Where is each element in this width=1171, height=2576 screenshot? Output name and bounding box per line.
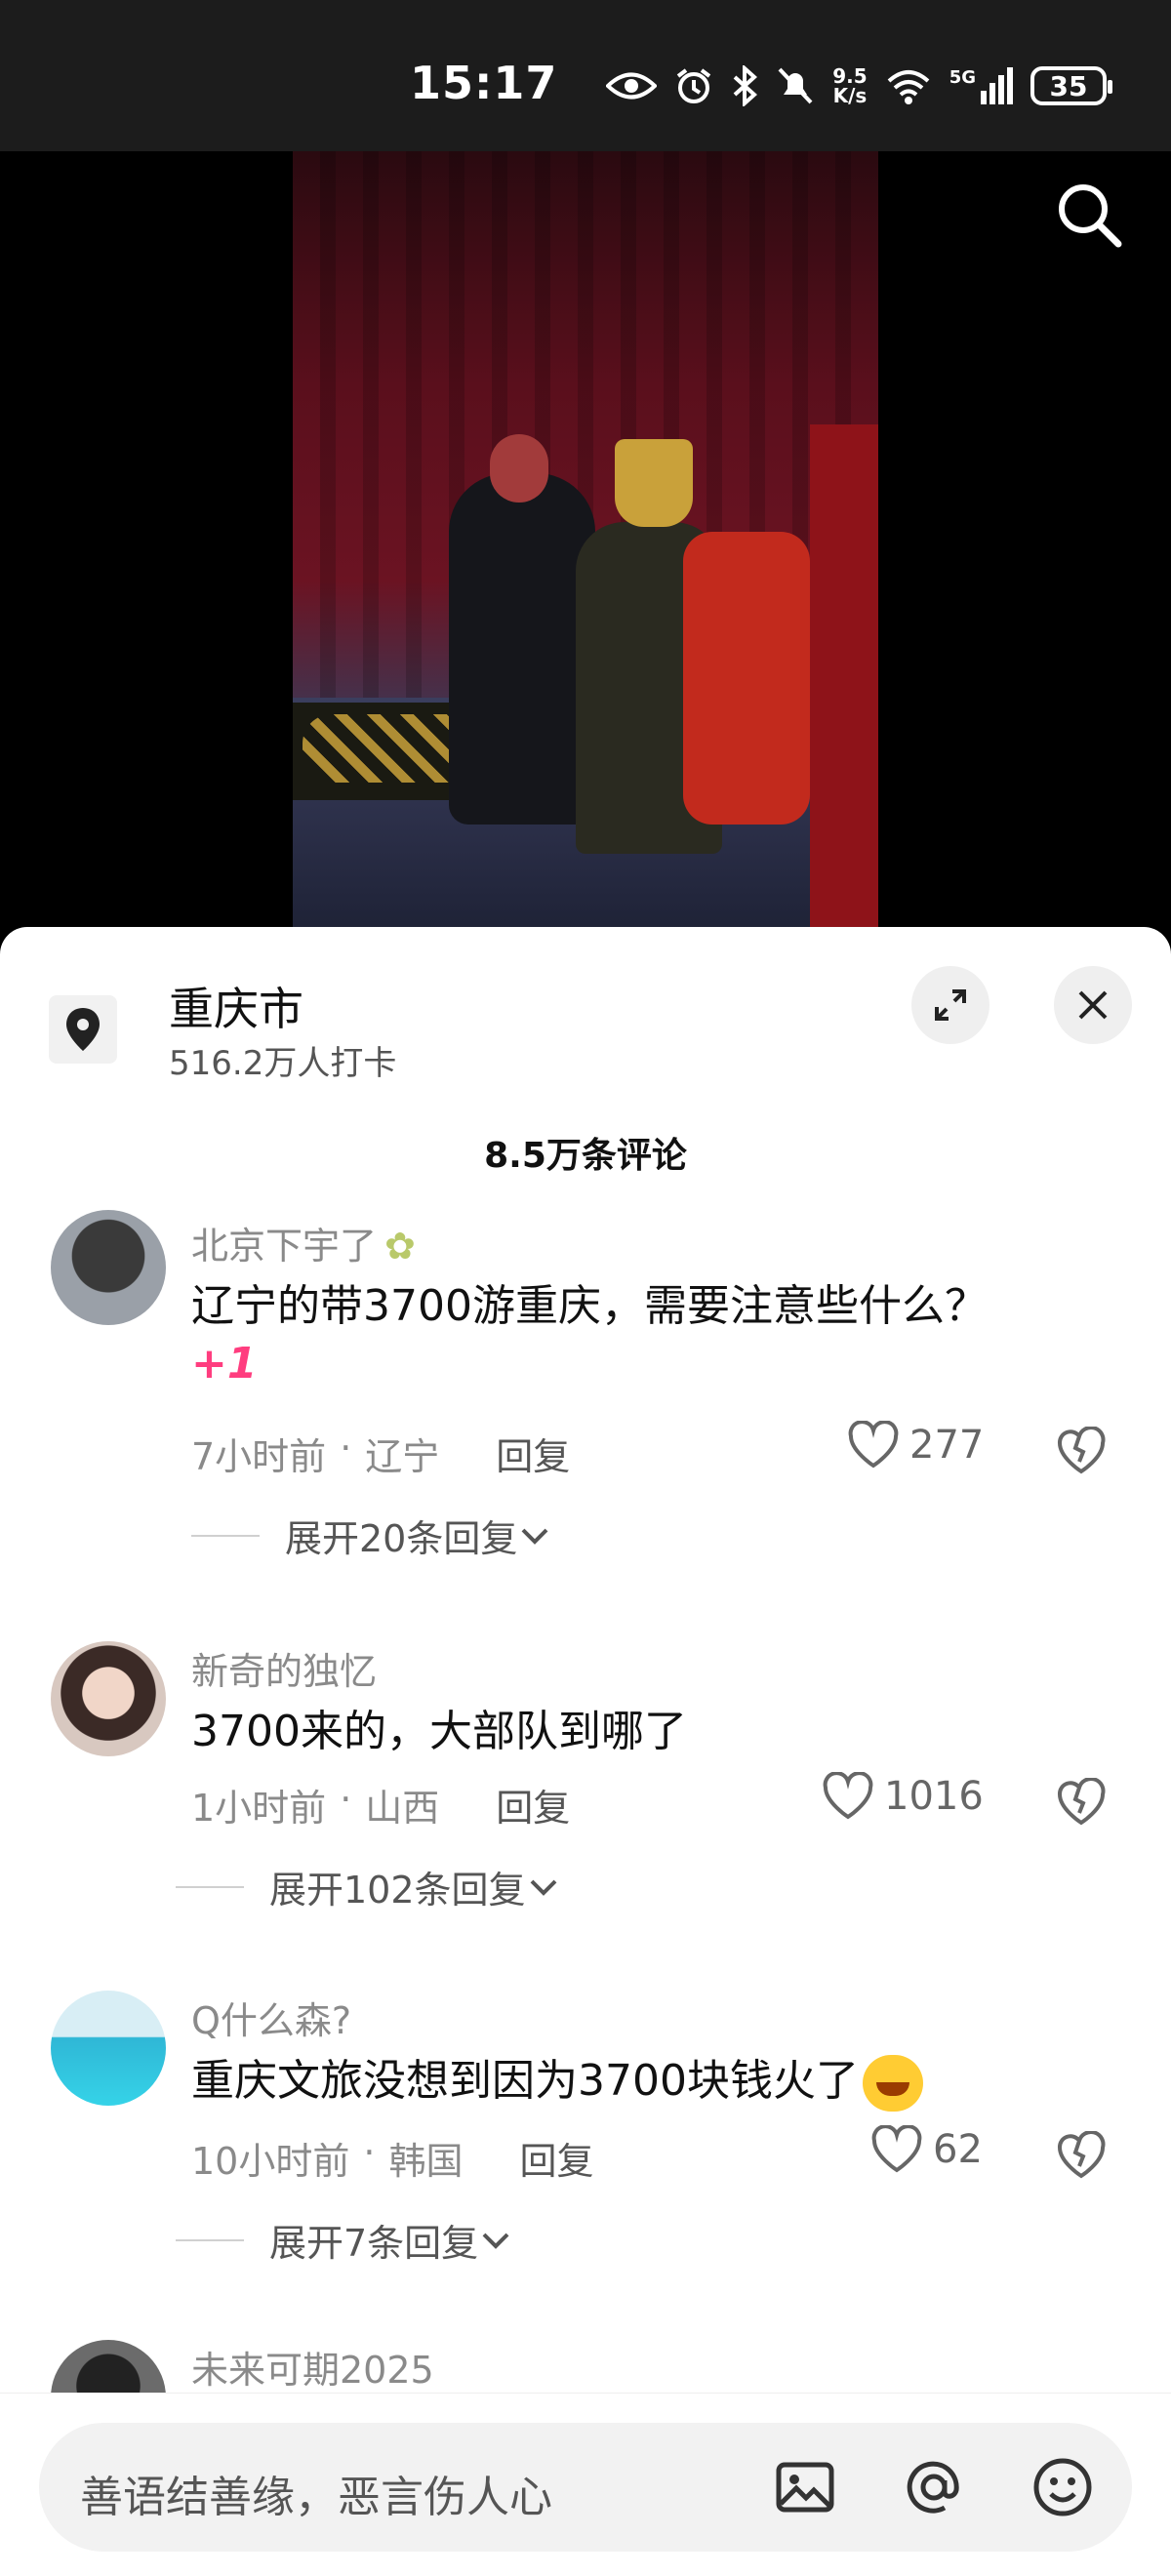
chevron-down-icon	[482, 2233, 509, 2249]
emoji-icon[interactable]	[1030, 2455, 1095, 2519]
broken-heart-icon[interactable]	[1056, 1778, 1107, 1829]
location-checkins: 516.2万人打卡	[169, 1044, 397, 1083]
bluetooth-icon	[733, 65, 758, 106]
avatar[interactable]	[51, 1991, 166, 2106]
expand-replies-button[interactable]: 展开102条回复	[176, 1860, 561, 1913]
comment-text: 重庆文旅没想到因为3700块钱火了	[191, 2045, 923, 2112]
comment-input-bar: 善语结善缘，恶言伤人心	[0, 2393, 1171, 2576]
laughing-emoji-icon	[862, 2055, 923, 2112]
location-pin-icon[interactable]	[49, 995, 117, 1064]
comment-location: 韩国	[388, 2140, 464, 2183]
close-button[interactable]	[1054, 966, 1132, 1044]
like-button[interactable]: 277	[847, 1421, 984, 1469]
expand-replies-button[interactable]: 展开7条回复	[176, 2213, 513, 2267]
like-button[interactable]: 1016	[822, 1772, 984, 1821]
heart-icon	[848, 1421, 899, 1469]
search-icon[interactable]	[1050, 176, 1128, 254]
status-icons: 9.5 K/s 5G 35	[606, 57, 1112, 115]
comment-text: 辽宁的带3700游重庆，需要注意些什么？	[191, 1281, 988, 1331]
like-count: 1016	[884, 1774, 984, 1819]
status-time: 15:17	[410, 57, 558, 109]
comment-username[interactable]: 未来可期2025	[191, 2340, 434, 2394]
battery-icon: 35	[1030, 66, 1112, 105]
expand-button[interactable]	[911, 966, 989, 1044]
close-icon	[1078, 990, 1108, 1020]
plus-one-sticker: +1	[191, 1339, 258, 1389]
at-icon[interactable]	[902, 2455, 966, 2519]
expand-icon	[935, 989, 966, 1021]
like-button[interactable]: 62	[870, 2125, 983, 2174]
like-count: 62	[933, 2127, 983, 2172]
reply-button[interactable]: 回复	[496, 1427, 570, 1480]
heart-icon	[823, 1772, 873, 1820]
image-icon[interactable]	[773, 2455, 837, 2519]
comment-time: 1小时前	[191, 1787, 327, 1830]
mute-icon	[778, 67, 813, 104]
net-speed: 9.5 K/s	[832, 64, 868, 107]
comment-username[interactable]: Q什么森?	[191, 1991, 351, 2044]
comment-username[interactable]: 新奇的独忆	[191, 1641, 377, 1695]
avatar[interactable]	[51, 1210, 166, 1325]
comment-time: 10小时前	[191, 2140, 350, 2183]
chevron-down-icon	[530, 1879, 556, 1896]
avatar[interactable]	[51, 1641, 166, 1756]
comment-count: 8.5万条评论	[484, 1136, 687, 1176]
comment-text: 3700来的，大部队到哪了	[191, 1707, 687, 1756]
heart-icon	[871, 2125, 922, 2173]
eye-icon	[606, 72, 658, 100]
comment-location: 辽宁	[365, 1435, 440, 1478]
comment-input-placeholder: 善语结善缘，恶言伤人心	[80, 2473, 552, 2522]
comment-meta: 1小时前 · 山西 回复	[191, 1778, 571, 1831]
comment-time: 7小时前	[191, 1435, 327, 1478]
alarm-icon	[677, 68, 711, 103]
video-player[interactable]	[0, 151, 1171, 932]
comment-input[interactable]: 善语结善缘，恶言伤人心	[39, 2423, 1132, 2552]
location-name[interactable]: 重庆市	[169, 974, 303, 1038]
comment-meta: 10小时前 · 韩国 回复	[191, 2131, 594, 2185]
comment-location: 山西	[365, 1787, 440, 1830]
comment-username[interactable]: 北京下宇了 ✿	[191, 1216, 416, 1269]
signal-icon: 5G	[949, 67, 1013, 104]
chevron-down-icon	[521, 1528, 548, 1545]
video-frame	[293, 151, 878, 932]
comment-meta: 7小时前 · 辽宁 回复	[191, 1427, 571, 1480]
reply-button[interactable]: 回复	[519, 2131, 593, 2185]
wifi-icon	[887, 70, 930, 104]
dragon-icon: ✿	[384, 1225, 416, 1268]
comment-sheet: 重庆市 516.2万人打卡 8.5万条评论 北京下宇了 ✿ 辽宁的带3700游重庆…	[0, 927, 1171, 2576]
expand-replies-button[interactable]: 展开20条回复	[191, 1509, 552, 1562]
status-bar: 15:17 9.5 K/s 5G 35	[0, 0, 1171, 151]
broken-heart-icon[interactable]	[1056, 2131, 1107, 2182]
like-count: 277	[909, 1423, 985, 1468]
broken-heart-icon[interactable]	[1056, 1427, 1107, 1477]
reply-button[interactable]: 回复	[496, 1778, 570, 1831]
